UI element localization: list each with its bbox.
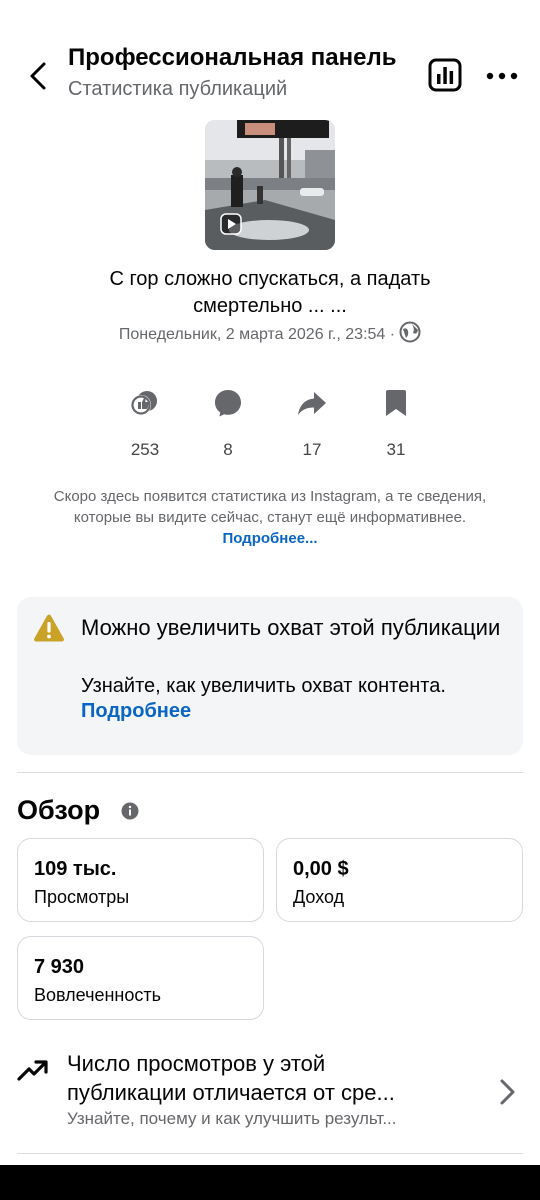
reactions-icon: [131, 391, 157, 415]
caption-line: С гор сложно спускаться, а падать: [109, 268, 431, 290]
system-navigation-bar: [0, 1165, 540, 1200]
revenue-value: 0,00 $: [293, 858, 349, 880]
back-button[interactable]: [22, 58, 58, 94]
views-value: 109 тыс.: [34, 858, 117, 880]
insight-title-line: Число просмотров у этой: [67, 1051, 326, 1076]
warning-icon: [34, 614, 64, 642]
notice-text: Скоро здесь появится статистика из Insta…: [53, 488, 487, 526]
engagement-label: Вовлеченность: [34, 985, 161, 1005]
chevron-left-icon: [30, 62, 46, 90]
share-icon: [298, 392, 326, 415]
views-insight-row[interactable]: Число просмотров у этой публикации отлич…: [0, 1045, 540, 1145]
post-date: Понедельник, 2 марта 2026 г., 23:54 ·: [60, 321, 480, 344]
metric-shares[interactable]: 17: [282, 388, 342, 460]
reach-tip-learn-more-link[interactable]: Подробнее: [81, 700, 191, 722]
revenue-label: Доход: [293, 887, 345, 907]
post-caption: С гор сложно спускаться, а падать смерте…: [40, 266, 500, 320]
notice-learn-more-link[interactable]: Подробнее...: [222, 530, 317, 547]
bookmark-icon: [386, 390, 406, 416]
comment-icon: [215, 390, 241, 417]
more-icon: [486, 72, 518, 80]
page-title: Профессиональная панель: [68, 44, 397, 71]
instagram-stats-notice: Скоро здесь появится статистика из Insta…: [40, 486, 500, 549]
caption-line: смертельно ... ...: [193, 295, 347, 317]
insight-title-line: публикации отличается от сре...: [67, 1080, 395, 1105]
metric-reactions[interactable]: 253: [115, 388, 175, 460]
reactions-count: 253: [130, 440, 160, 459]
stat-card-revenue[interactable]: 0,00 $ Доход: [276, 838, 523, 922]
saves-count: 31: [386, 440, 406, 459]
reach-tip-title: Можно увеличить охват этой публикации: [81, 615, 501, 640]
insight-title: Число просмотров у этой публикации отлич…: [67, 1049, 472, 1107]
divider: [17, 1153, 523, 1154]
chevron-right-icon: [500, 1079, 515, 1105]
bar-chart-icon: [428, 58, 462, 92]
info-icon[interactable]: [121, 802, 139, 820]
globe-icon: [399, 321, 421, 343]
comments-count: 8: [223, 440, 233, 459]
header: Профессиональная панель Статистика публи…: [0, 0, 540, 110]
views-label: Просмотры: [34, 887, 130, 907]
stat-card-engagement[interactable]: 7 930 Вовлеченность: [17, 936, 264, 1020]
trending-up-icon: [17, 1060, 48, 1081]
shares-count: 17: [302, 440, 322, 459]
insight-subtitle: Узнайте, почему и как улучшить результ..…: [67, 1109, 397, 1128]
post-date-text: Понедельник, 2 марта 2026 г., 23:54 ·: [118, 326, 396, 343]
reach-tip-body: Узнайте, как увеличить охват контента.: [81, 675, 446, 697]
metric-comments[interactable]: 8: [198, 388, 258, 460]
stat-card-views[interactable]: 109 тыс. Просмотры: [17, 838, 264, 922]
divider: [17, 772, 523, 773]
metric-saves[interactable]: 31: [366, 388, 426, 460]
overview-title: Обзор: [17, 795, 101, 825]
insights-button[interactable]: [428, 58, 462, 92]
reach-tip-text: Узнайте, как увеличить охват контента. П…: [81, 674, 501, 724]
reel-badge-icon: [220, 213, 242, 235]
engagement-value: 7 930: [34, 956, 85, 978]
reach-tip-card[interactable]: Можно увеличить охват этой публикации Уз…: [17, 597, 523, 755]
page-subtitle: Статистика публикаций: [68, 78, 288, 100]
more-options-button[interactable]: [482, 62, 522, 90]
